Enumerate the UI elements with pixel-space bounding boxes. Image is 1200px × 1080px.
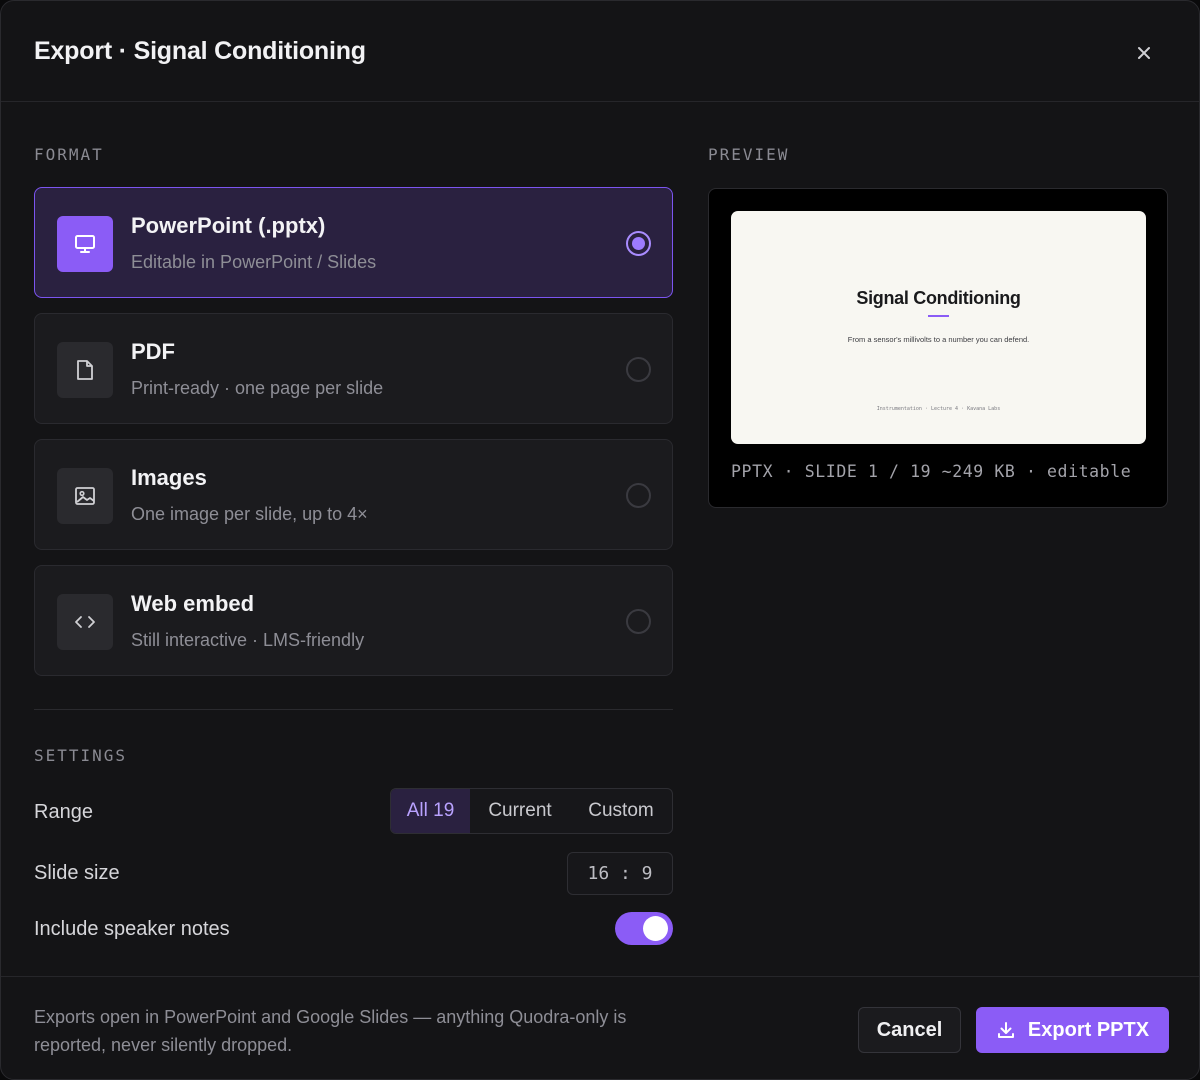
close-button[interactable] (1129, 38, 1159, 68)
export-button[interactable]: Export PPTX (976, 1007, 1169, 1053)
export-button-label: Export PPTX (1027, 1018, 1150, 1041)
format-option-pptx[interactable]: PowerPoint (.pptx) Editable in PowerPoin… (34, 187, 673, 298)
format-option-pdf[interactable]: PDF Print-ready · one page per slide (34, 313, 673, 424)
footer-note: Exports open in PowerPoint and Google Sl… (34, 1007, 627, 1055)
dialog-title: Export · Signal Conditioning (34, 37, 366, 65)
format-name: PDF (131, 339, 175, 364)
range-label: Range (34, 801, 93, 823)
file-icon (57, 342, 113, 398)
preview-meta: PPTX · SLIDE 1 / 19 ~249 KB · editable (731, 462, 1132, 481)
slide-size-select[interactable]: 16 : 9 (567, 852, 673, 895)
format-desc: Print-ready · one page per slide (131, 378, 384, 398)
slide-thumbnail: Signal Conditioning From a sensor's mill… (731, 211, 1146, 444)
format-radio[interactable] (626, 609, 651, 634)
code-icon (57, 594, 113, 650)
format-option-web-embed[interactable]: Web embed Still interactive · LMS-friend… (34, 565, 673, 676)
format-desc: One image per slide, up to 4× (131, 504, 368, 524)
image-icon (57, 468, 113, 524)
range-option-all[interactable]: All 19 (391, 789, 470, 833)
export-dialog: Export · Signal Conditioning FORMAT Powe… (0, 0, 1200, 1080)
download-icon (997, 1022, 1014, 1038)
range-segmented-control: All 19 Current Custom (390, 788, 673, 834)
dialog-footer: Exports open in PowerPoint and Google Sl… (1, 976, 1199, 1079)
slide-footer: Instrumentation · Lecture 4 · Kavana Lab… (876, 406, 1001, 412)
range-option-custom[interactable]: Custom (570, 789, 672, 833)
slide-title: Signal Conditioning (856, 288, 1021, 308)
slide-title-underline (928, 315, 949, 317)
speaker-notes-toggle[interactable] (615, 912, 673, 945)
section-divider (34, 709, 673, 710)
dialog-header: Export · Signal Conditioning (1, 1, 1199, 102)
format-desc: Editable in PowerPoint / Slides (131, 252, 377, 272)
format-radio[interactable] (626, 357, 651, 382)
slide-size-label: Slide size (34, 862, 120, 884)
preview-section-label: PREVIEW (708, 145, 790, 164)
cancel-button[interactable]: Cancel (858, 1007, 961, 1053)
format-option-images[interactable]: Images One image per slide, up to 4× (34, 439, 673, 550)
format-section-label: FORMAT (34, 145, 104, 164)
format-name: Images (131, 465, 207, 490)
slide-subtitle: From a sensor's millivolts to a number y… (847, 335, 1030, 344)
settings-section-label: SETTINGS (34, 746, 128, 765)
format-radio-selected[interactable] (626, 231, 651, 256)
format-name: PowerPoint (.pptx) (131, 213, 326, 238)
toggle-knob (643, 916, 668, 941)
speaker-notes-label: Include speaker notes (34, 918, 230, 940)
range-option-current[interactable]: Current (470, 789, 570, 833)
monitor-icon (57, 216, 113, 272)
format-radio[interactable] (626, 483, 651, 508)
preview-panel: Signal Conditioning From a sensor's mill… (708, 188, 1168, 508)
format-desc: Still interactive · LMS-friendly (131, 630, 365, 650)
close-icon (1138, 47, 1150, 59)
format-name: Web embed (131, 591, 255, 616)
